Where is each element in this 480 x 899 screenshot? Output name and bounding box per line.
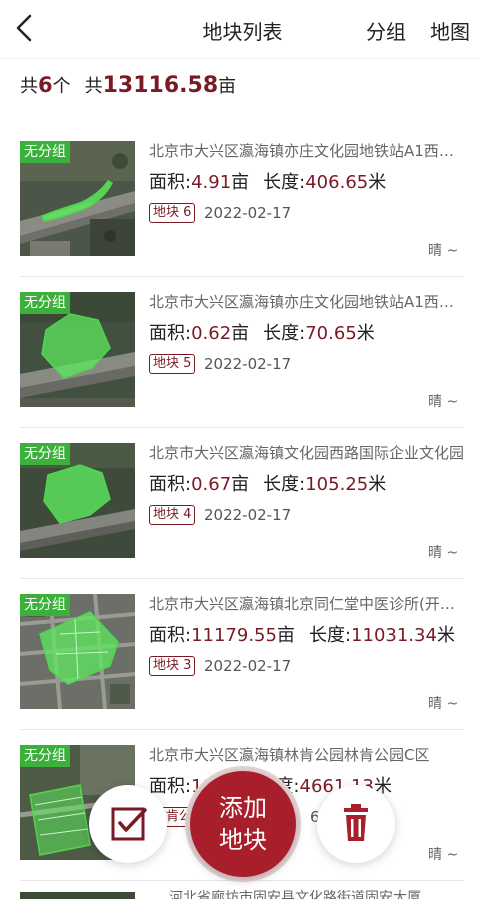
plot-address: 北京市大兴区瀛海镇林肯公园林肯公园C区 (149, 746, 430, 764)
area-label: 面积: (149, 172, 192, 193)
plot-date: 2022-02-17 (204, 657, 292, 675)
area-label: 面积: (149, 323, 192, 344)
trash-icon (344, 804, 368, 841)
length-label: 长度: (263, 323, 306, 344)
plot-address: 北京市大兴区瀛海镇亦庄文化园地铁站A1西北口 (149, 293, 464, 311)
weather-text: 晴 ~ (428, 394, 459, 410)
plot-badge: 地块 4 (149, 505, 196, 525)
list-item-peek: 河北省廊坊市固安县文化路街道固安大厦 (20, 887, 464, 899)
top-bar: 地块列表 分组 地图 (0, 0, 480, 59)
plot-address: 北京市大兴区瀛海镇亦庄文化园地铁站A1西北口 (149, 142, 464, 160)
summary-prefix: 共 (20, 76, 38, 97)
select-button[interactable] (89, 785, 167, 863)
plot-metrics: 面积:11179.55亩 长度:11031.34米 (149, 621, 455, 647)
list-item[interactable]: 无分组 北京市大兴区瀛海镇北京同仁堂中医诊所(开发区店) 面积:11179.55… (20, 579, 464, 730)
checkbox-icon (111, 807, 147, 841)
length-unit: 米 (436, 625, 455, 646)
plot-date: 2022-02-17 (204, 204, 292, 222)
area-unit: 亩 (231, 323, 250, 344)
plot-address: 北京市大兴区瀛海镇文化园西路国际企业文化园 (149, 444, 464, 462)
area-unit: 亩 (231, 172, 250, 193)
weather-text: 晴 ~ (428, 847, 459, 863)
total-area: 13116.58 (102, 73, 219, 98)
plot-metrics: 面积:0.62亩 长度:70.65米 (149, 319, 375, 345)
page-title: 地块列表 (202, 20, 283, 44)
list-item[interactable]: 无分组 北京市大兴区瀛海镇亦庄文化园地铁站A1西北口 面积:0.62亩 长度:70… (20, 277, 464, 428)
group-tag: 无分组 (20, 443, 70, 465)
area-label: 面积: (149, 625, 192, 646)
area-value: 0.67 (191, 474, 232, 495)
add-plot-label-2: 地块 (219, 826, 267, 854)
weather-text: 晴 ~ (428, 243, 459, 259)
length-unit: 米 (368, 172, 387, 193)
plot-thumbnail: 无分组 (20, 292, 135, 407)
plot-address: 河北省廊坊市固安县文化路街道固安大厦 (169, 890, 421, 899)
plot-badge: 地块 6 (149, 203, 196, 223)
weather-text: 晴 ~ (428, 545, 459, 561)
summary-prefix-2: 共 (84, 76, 103, 97)
length-value: 105.25 (305, 474, 369, 495)
plot-thumbnail: 无分组 (20, 443, 135, 558)
length-value: 11031.34 (351, 625, 437, 646)
area-unit: 亩 (231, 474, 250, 495)
length-label: 长度: (263, 172, 306, 193)
group-tag: 无分组 (20, 141, 70, 163)
length-label: 长度: (308, 625, 352, 646)
length-unit: 米 (356, 323, 375, 344)
summary-bar: 共 6 个 共 13116.58 亩 (20, 72, 236, 104)
group-tag: 无分组 (20, 594, 70, 616)
add-plot-label-1: 添加 (219, 794, 267, 822)
plot-thumbnail: 无分组 (20, 141, 135, 256)
area-unit: 亩 (218, 76, 237, 97)
plot-thumbnail: 无分组 (20, 594, 135, 709)
add-plot-button[interactable]: 添加 地块 (190, 771, 296, 877)
length-value: 70.65 (305, 323, 357, 344)
plot-address: 北京市大兴区瀛海镇北京同仁堂中医诊所(开发区店) (149, 595, 464, 613)
area-value: 4.91 (191, 172, 232, 193)
plot-count: 6 (38, 73, 53, 97)
plot-thumbnail (20, 892, 135, 899)
plot-metrics: 面积:0.67亩 长度:105.25米 (149, 470, 386, 496)
plot-date: 2022-02-17 (204, 506, 292, 524)
area-value: 0.62 (191, 323, 232, 344)
group-button[interactable]: 分组 (366, 16, 406, 45)
plot-badge: 地块 3 (149, 656, 196, 676)
length-value: 406.65 (305, 172, 369, 193)
area-label: 面积: (149, 474, 192, 495)
area-unit: 亩 (276, 625, 295, 646)
list-item[interactable]: 无分组 北京市大兴区瀛海镇亦庄文化园地铁站A1西北口 面积:4.91亩 长度:40… (20, 126, 464, 277)
plot-date: 2022-02-17 (204, 355, 292, 373)
summary-unit: 个 (52, 76, 71, 97)
weather-text: 晴 ~ (428, 696, 459, 712)
group-tag: 无分组 (20, 292, 70, 314)
list-item[interactable]: 无分组 北京市大兴区瀛海镇文化园西路国际企业文化园 面积:0.67亩 长度:105… (20, 428, 464, 579)
plot-metrics: 面积:4.91亩 长度:406.65米 (149, 168, 386, 194)
map-button[interactable]: 地图 (430, 16, 470, 45)
length-label: 长度: (263, 474, 306, 495)
group-tag: 无分组 (20, 745, 70, 767)
area-value: 11179.55 (191, 625, 277, 646)
plot-badge: 地块 5 (149, 354, 196, 374)
length-unit: 米 (368, 474, 387, 495)
delete-button[interactable] (317, 785, 395, 863)
